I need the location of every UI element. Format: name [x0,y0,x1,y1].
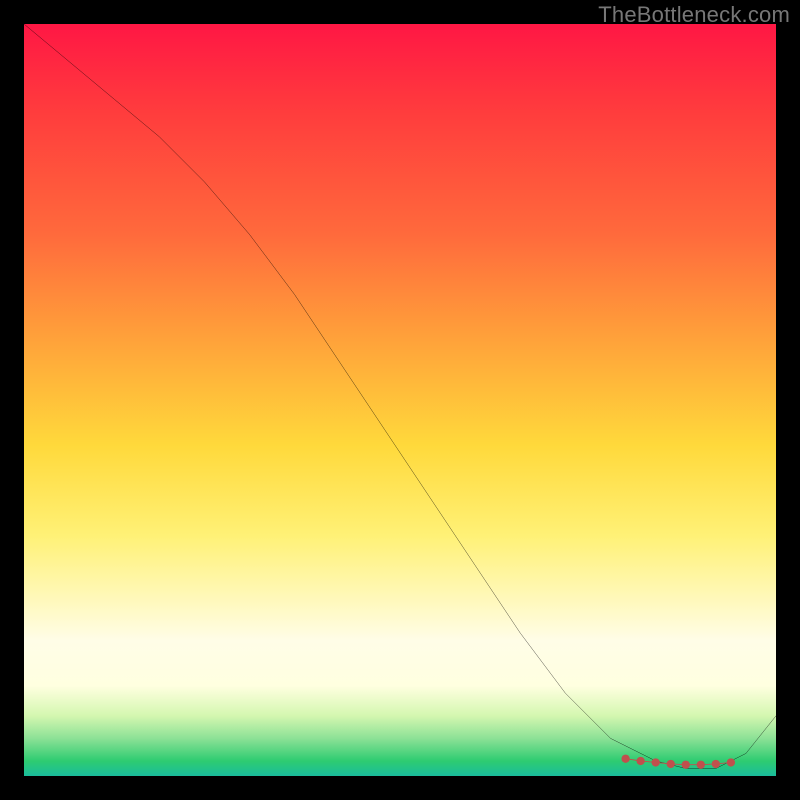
plot-area [24,24,776,776]
curve-line [24,24,776,768]
chart-svg [24,24,776,776]
chart-frame: TheBottleneck.com [0,0,800,800]
